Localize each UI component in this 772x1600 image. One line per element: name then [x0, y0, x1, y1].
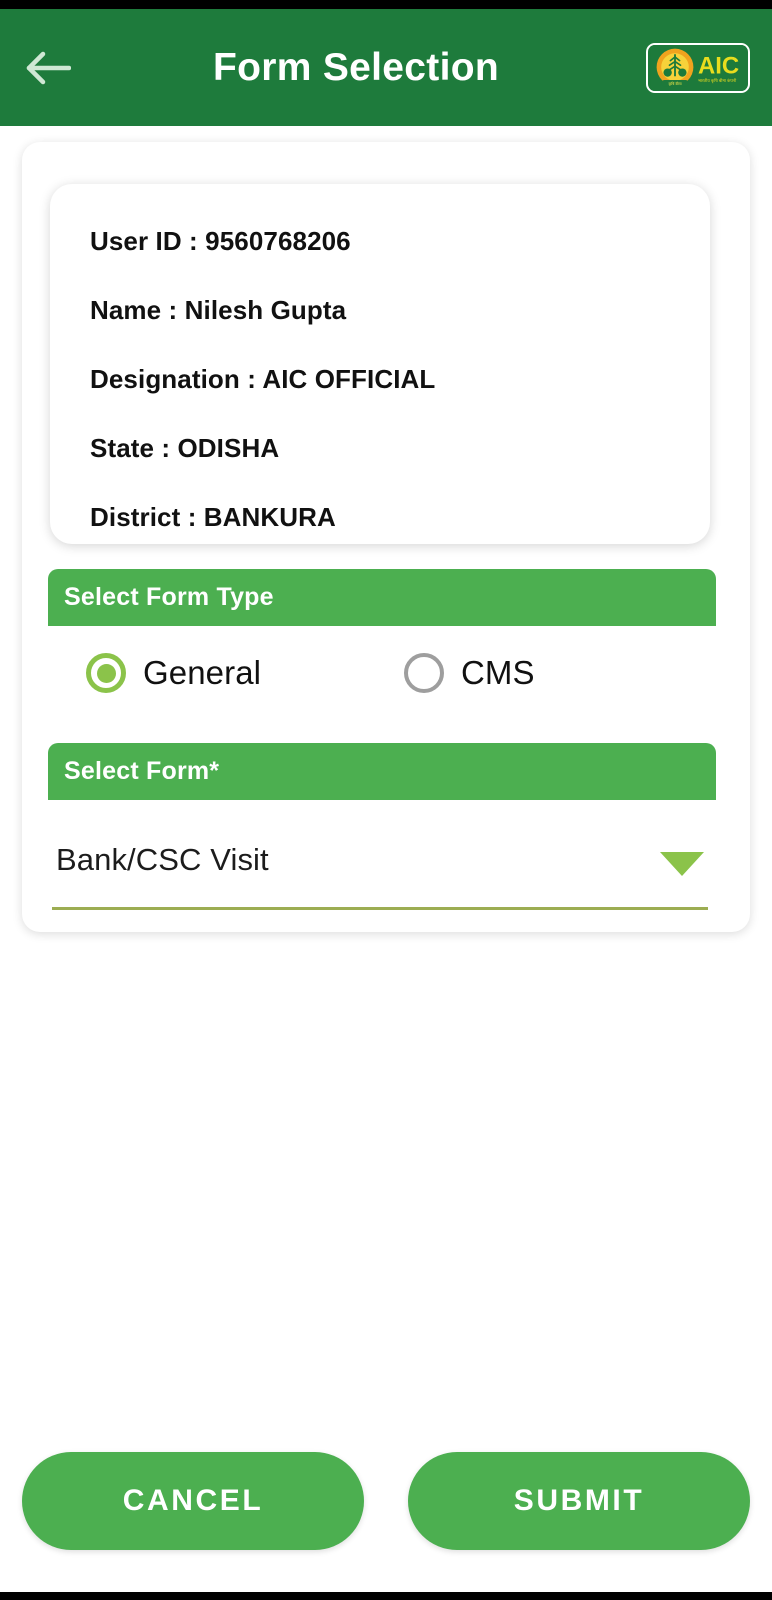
app-bar: Form Selection कृषि बीमा AIC भारतीय कृषि…: [0, 9, 772, 126]
user-info-card: User ID : 9560768206 Name : Nilesh Gupta…: [50, 184, 710, 544]
district-row: District : BANKURA: [90, 502, 336, 532]
select-form-header: Select Form*: [48, 743, 716, 800]
aic-logo: कृषि बीमा AIC भारतीय कृषि बीमा कंपनी: [646, 42, 750, 93]
chevron-down-icon[interactable]: [660, 852, 704, 876]
status-bar-bottom: [0, 1592, 772, 1600]
arrow-left-icon: [25, 50, 71, 86]
page-title: Form Selection: [213, 45, 499, 89]
designation-row: Designation : AIC OFFICIAL: [90, 364, 436, 394]
radio-unselected-icon[interactable]: [404, 653, 444, 693]
form-selection-screen: Form Selection कृषि बीमा AIC भारतीय कृषि…: [0, 0, 772, 1600]
select-form-label: Select Form*: [64, 757, 220, 785]
svg-text:AIC: AIC: [698, 52, 739, 79]
dropdown-underline: [52, 907, 708, 910]
form-type-radio-group: General CMS: [48, 638, 716, 708]
name-row: Name : Nilesh Gupta: [90, 295, 347, 325]
select-form-value: Bank/CSC Visit: [56, 842, 269, 877]
radio-label-cms: CMS: [461, 654, 535, 691]
radio-option-cms[interactable]: CMS: [388, 638, 535, 708]
select-form-type-header: Select Form Type: [48, 569, 716, 626]
state-row: State : ODISHA: [90, 433, 280, 463]
radio-selected-icon[interactable]: [86, 653, 126, 693]
submit-button[interactable]: SUBMIT: [408, 1452, 750, 1550]
status-bar-top: [0, 0, 772, 9]
cancel-button[interactable]: CANCEL: [22, 1452, 364, 1550]
svg-text:कृषि बीमा: कृषि बीमा: [668, 80, 681, 85]
action-bar: CANCEL SUBMIT: [0, 1452, 772, 1550]
form-card: User ID : 9560768206 Name : Nilesh Gupta…: [22, 142, 750, 932]
select-form-type-label: Select Form Type: [64, 583, 274, 611]
radio-label-general: General: [143, 654, 262, 691]
select-form-dropdown[interactable]: Bank/CSC Visit: [48, 800, 716, 916]
user-id-row: User ID : 9560768206: [90, 226, 351, 256]
radio-option-general[interactable]: General: [48, 638, 388, 708]
